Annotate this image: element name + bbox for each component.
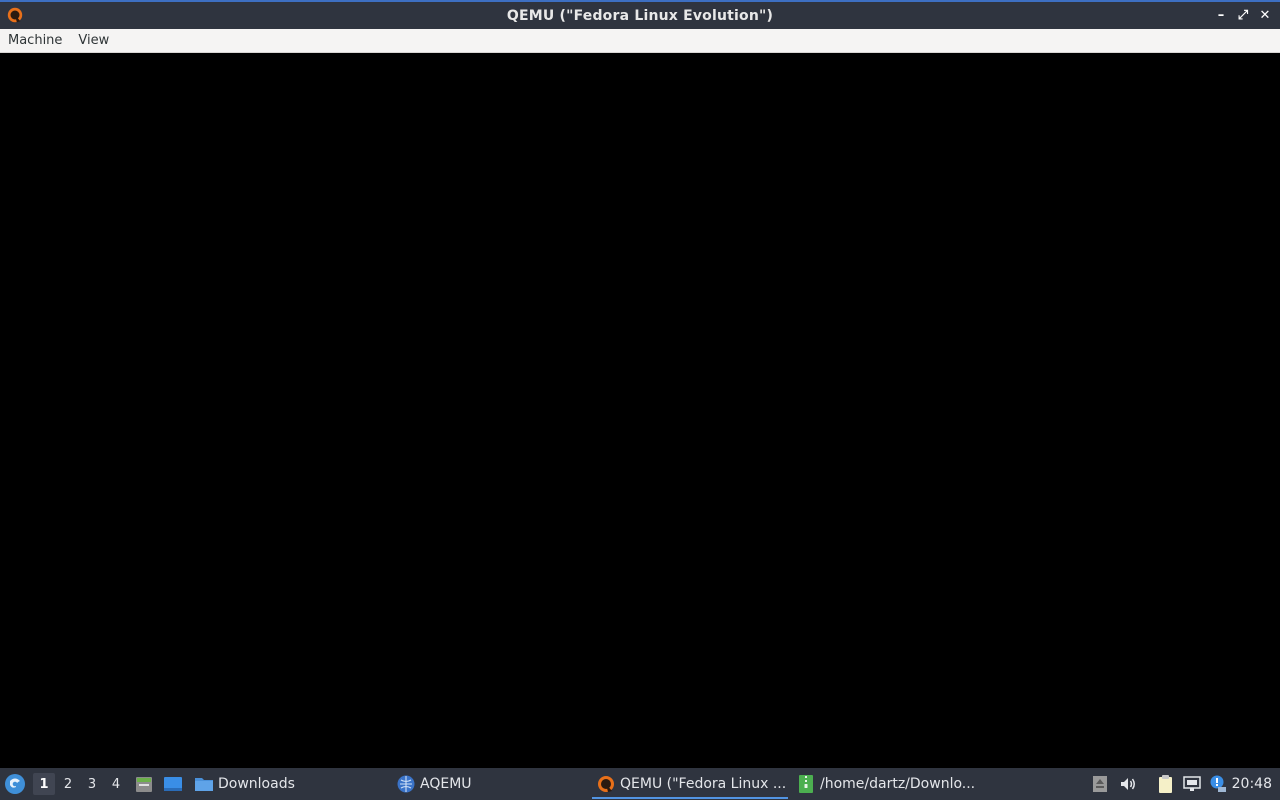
volume-icon[interactable] — [1118, 774, 1138, 794]
notification-icon[interactable] — [1208, 774, 1228, 794]
desktop-2-button[interactable]: 2 — [57, 773, 79, 795]
taskbar-clock[interactable]: 20:48 — [1232, 768, 1272, 800]
qemu-icon — [598, 776, 614, 792]
task-label: /home/dartz/Downlo... — [820, 776, 976, 792]
archive-icon — [799, 775, 813, 793]
start-menu-icon[interactable] — [4, 773, 26, 795]
menu-view[interactable]: View — [70, 30, 117, 52]
menu-bar: Machine View — [0, 29, 1280, 53]
task-label: Downloads — [218, 776, 295, 792]
taskbar: 1 2 3 4 Downloads AQEMU QEMU ("Fedora Li… — [0, 768, 1280, 800]
task-qemu[interactable]: QEMU ("Fedora Linux ... — [592, 768, 788, 800]
eject-icon[interactable] — [1090, 774, 1110, 794]
task-downloads[interactable]: Downloads — [194, 768, 384, 800]
close-button[interactable]: ✕ — [1256, 5, 1274, 25]
task-aqemu[interactable]: AQEMU — [396, 768, 586, 800]
aqemu-icon — [397, 775, 415, 793]
desktop-3-button[interactable]: 3 — [81, 773, 103, 795]
window-title: QEMU ("Fedora Linux Evolution") — [506, 7, 774, 24]
network-icon[interactable] — [1182, 774, 1202, 794]
task-archive[interactable]: /home/dartz/Downlo... — [796, 768, 992, 800]
vm-display[interactable] — [0, 53, 1280, 768]
desktop-1-button[interactable]: 1 — [33, 773, 55, 795]
maximize-button[interactable]: ⤢ — [1234, 5, 1252, 25]
window-titlebar[interactable]: QEMU ("Fedora Linux Evolution") – ⤢ ✕ — [0, 0, 1280, 29]
minimize-button[interactable]: – — [1212, 5, 1230, 25]
desktop-4-button[interactable]: 4 — [105, 773, 127, 795]
show-desktop-icon[interactable] — [163, 774, 183, 794]
task-label: QEMU ("Fedora Linux ... — [620, 776, 787, 792]
clipboard-icon[interactable] — [1155, 774, 1175, 794]
folder-icon — [195, 778, 213, 791]
file-manager-launcher-icon[interactable] — [134, 774, 154, 794]
task-label: AQEMU — [420, 776, 472, 792]
menu-machine[interactable]: Machine — [0, 30, 70, 52]
